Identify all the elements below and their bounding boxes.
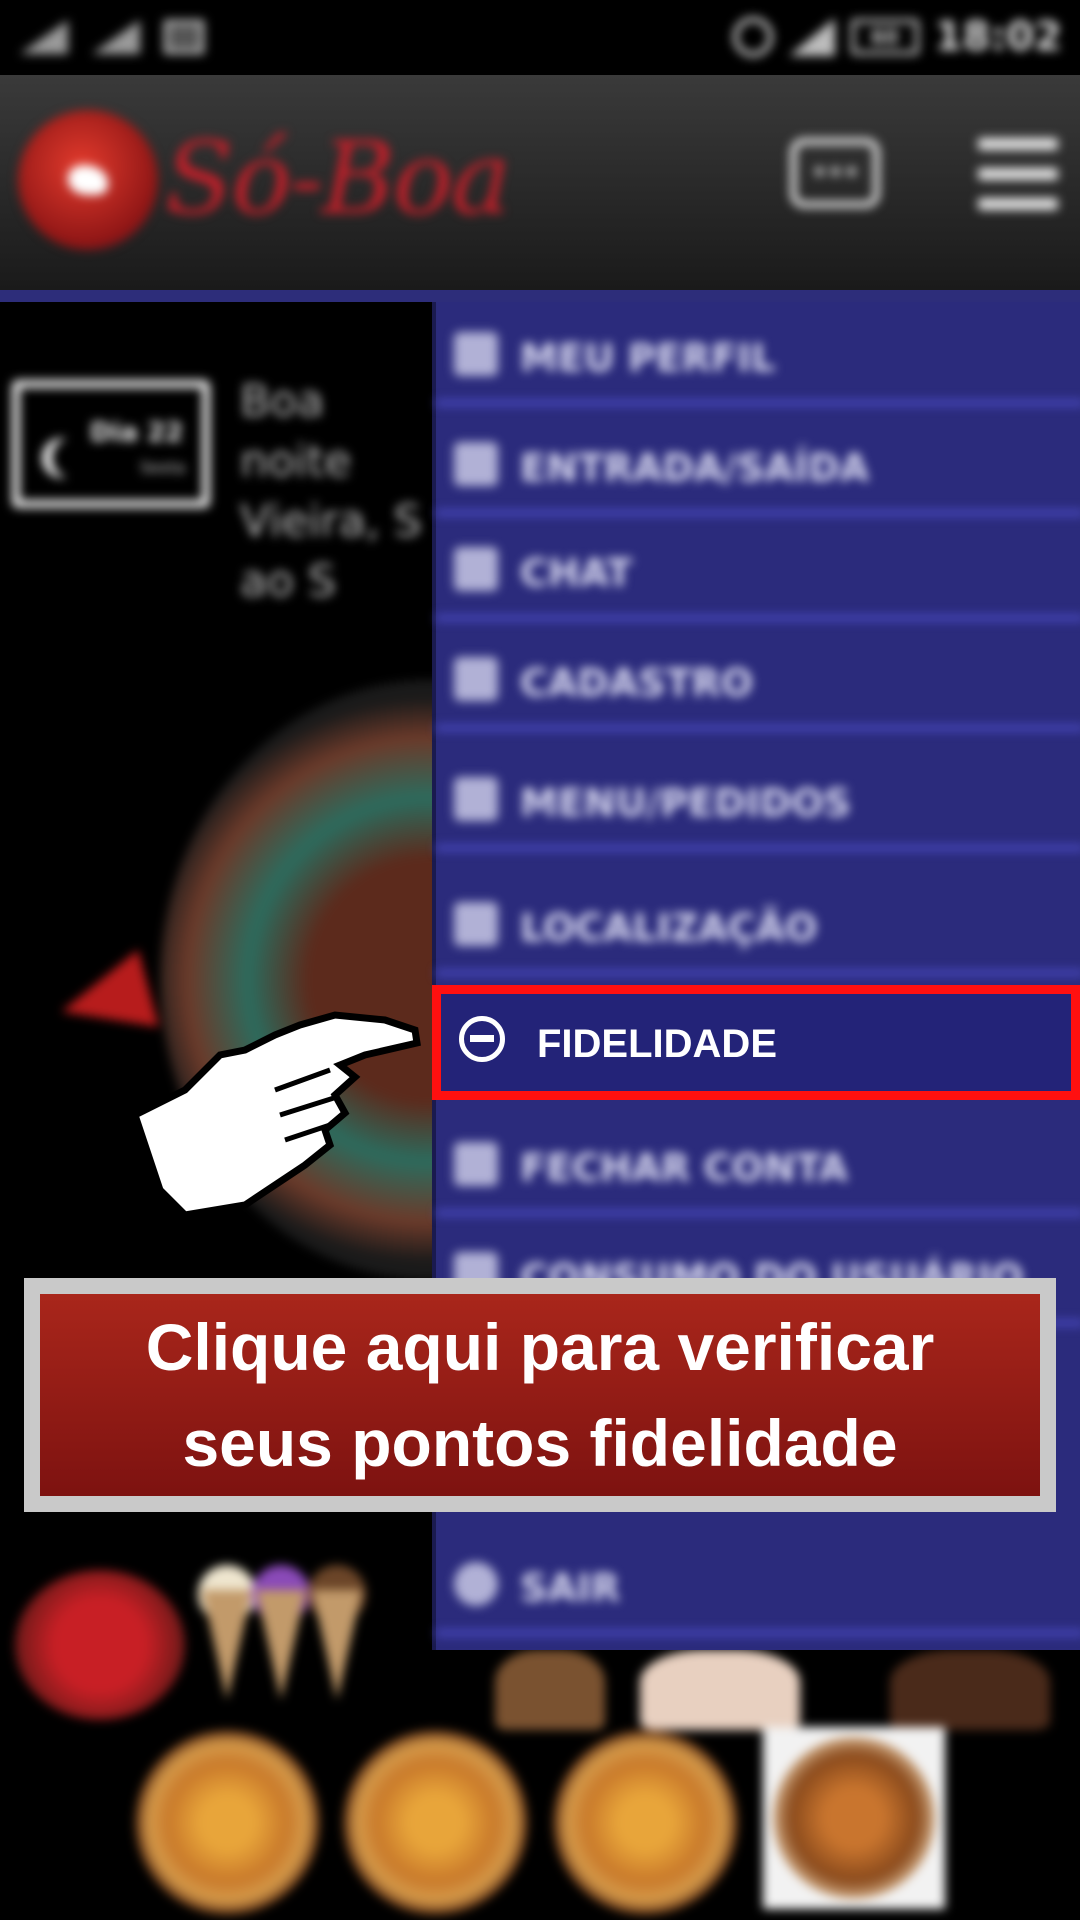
dessert-thumbnail-3[interactable] xyxy=(890,1650,1050,1730)
document-icon xyxy=(454,657,498,701)
battery-icon: 60 xyxy=(850,19,919,55)
pizza-thumbnail-4[interactable] xyxy=(763,1727,945,1909)
menu-item-fechar-conta[interactable]: FECHAR CONTA xyxy=(436,1112,1080,1216)
menu-item-sair[interactable]: SAIR xyxy=(436,1532,1080,1636)
chat-icon xyxy=(454,547,498,591)
instruction-callout: Clique aqui para verificar seus pontos f… xyxy=(24,1278,1056,1512)
icecream-cone-3[interactable] xyxy=(312,1590,362,1700)
menu-item-meu-perfil[interactable]: MEU PERFIL xyxy=(436,302,1080,406)
chat-bubble-icon[interactable] xyxy=(790,138,880,208)
app-logo: Só-Boa xyxy=(165,120,511,237)
hamburger-icon[interactable] xyxy=(978,138,1058,216)
callout-text: Clique aqui para verificar seus pontos f… xyxy=(40,1294,1040,1496)
greeting-text: Boa noite Vieira, S ao S xyxy=(240,376,422,607)
app-bar xyxy=(0,75,1080,290)
door-icon xyxy=(454,442,498,486)
menu-item-label: MEU PERFIL xyxy=(520,336,776,380)
menu-item-label: CHAT xyxy=(520,551,633,595)
user-icon xyxy=(454,332,498,376)
pizza-thumbnail-2[interactable] xyxy=(343,1730,528,1915)
callout-line-1: Clique aqui para verificar xyxy=(145,1310,935,1384)
menu-item-label: LOCALIZAÇÃO xyxy=(520,906,818,950)
menu-item-label: CADASTRO xyxy=(520,661,754,705)
pizza-thumbnail-1[interactable] xyxy=(135,1730,320,1915)
app-bar-divider xyxy=(0,290,1080,302)
menu-item-label: SAIR xyxy=(520,1566,621,1610)
status-left xyxy=(20,18,204,54)
menu-item-localizacao[interactable]: LOCALIZAÇÃO xyxy=(436,872,1080,976)
moon-icon xyxy=(52,438,92,478)
drinks-icon xyxy=(454,777,498,821)
signal-icon xyxy=(20,18,70,54)
icecream-cone-1[interactable] xyxy=(202,1590,252,1700)
callout-line-2: seus pontos fidelidade xyxy=(182,1406,898,1480)
menu-item-label: FECHAR CONTA xyxy=(520,1146,848,1190)
alarm-icon xyxy=(732,17,773,57)
logo-emblem-icon xyxy=(18,110,158,250)
calendar-icon: Dia 22 Sexta xyxy=(12,380,210,508)
soda-thumbnail[interactable] xyxy=(15,1570,185,1720)
status-time: 18:02 xyxy=(934,14,1062,60)
menu-item-chat[interactable]: CHAT xyxy=(436,517,1080,621)
money-icon xyxy=(454,1142,498,1186)
dessert-thumbnail-1[interactable] xyxy=(495,1650,605,1730)
icecream-cone-2[interactable] xyxy=(256,1590,306,1700)
calendar-day: Dia 22 xyxy=(90,418,184,448)
dessert-thumbnail-2[interactable] xyxy=(640,1650,800,1730)
menu-item-entrada-saida[interactable]: ENTRADA/SAÍDA xyxy=(436,412,1080,516)
menu-item-cadastro[interactable]: CADASTRO xyxy=(436,627,1080,731)
badge-icon xyxy=(459,1016,505,1062)
menu-item-label: MENU/PEDIDOS xyxy=(520,781,852,825)
power-icon xyxy=(454,1562,498,1606)
pizza-thumbnail-3[interactable] xyxy=(553,1730,738,1915)
location-pin-icon xyxy=(454,902,498,946)
menu-item-label: FIDELIDADE xyxy=(537,1022,777,1066)
menu-item-fidelidade[interactable]: FIDELIDADE xyxy=(432,985,1080,1100)
menu-item-label: ENTRADA/SAÍDA xyxy=(520,446,870,490)
image-notification-icon xyxy=(164,20,204,54)
menu-item-menu-pedidos[interactable]: MENU/PEDIDOS xyxy=(436,747,1080,851)
pointing-hand-icon xyxy=(130,1011,421,1219)
calendar-weekday: Sexta xyxy=(140,458,186,477)
signal-icon-2 xyxy=(92,18,142,54)
status-right: 60 18:02 xyxy=(732,14,1062,60)
wifi-icon xyxy=(788,18,835,56)
status-bar: 60 18:02 xyxy=(0,0,1080,75)
